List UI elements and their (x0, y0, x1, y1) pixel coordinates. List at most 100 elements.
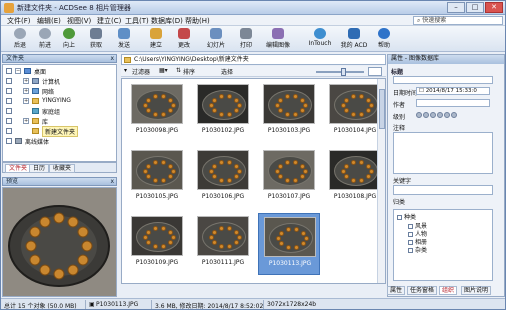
tree-checkbox[interactable] (6, 88, 12, 94)
close-button[interactable]: ✕ (485, 2, 503, 13)
tree-checkbox[interactable] (397, 215, 402, 220)
rating-dot-icon[interactable] (437, 112, 443, 118)
menu-tools[interactable]: 工具(T) (125, 16, 149, 26)
bead-shape (168, 163, 174, 169)
thumbnail-scrollbar[interactable] (377, 79, 385, 283)
select-button[interactable]: 选择 (221, 67, 233, 76)
bead-shape (276, 236, 281, 241)
tree-checkbox[interactable] (6, 138, 12, 144)
slider-handle[interactable] (341, 68, 346, 76)
zoom-icon[interactable] (368, 67, 382, 76)
tree-checkbox[interactable] (6, 68, 12, 74)
bead-shape (168, 174, 174, 180)
tab-image-caption[interactable]: 图片说明 (461, 286, 492, 295)
modify-icon (178, 28, 190, 39)
date-field[interactable]: ☐ 2014/8/17 15:33:0 (416, 87, 490, 95)
tab-favorites[interactable]: 收藏夹 (49, 164, 76, 173)
category-root-label: 种类 (404, 214, 417, 221)
acdsee-window: 新建文件夹 - ACDSee 8 相片管理器 – □ ✕ 文件(F) 编辑(E)… (0, 0, 506, 310)
menu-view[interactable]: 视图(V) (67, 16, 91, 26)
up-button[interactable]: 向上 (54, 28, 84, 50)
rating-dot-icon[interactable] (416, 112, 422, 118)
rating-dot-icon[interactable] (444, 112, 450, 118)
menu-file[interactable]: 文件(F) (7, 16, 31, 26)
thumbnail-item[interactable]: P1030111.JPG (192, 213, 254, 275)
back-arrow-icon (14, 28, 26, 39)
tree-checkbox[interactable] (6, 128, 12, 134)
expand-icon[interactable]: + (23, 78, 29, 84)
notes-field[interactable] (393, 132, 493, 174)
sort-button[interactable]: 排序 (183, 67, 195, 76)
tab-folders[interactable]: 文件夹 (5, 164, 32, 173)
acquire-button[interactable]: 获取 (81, 28, 111, 50)
tab-organize[interactable]: 组织 (439, 286, 458, 295)
quick-search-input[interactable]: ⌕ 快速搜索 (413, 16, 503, 25)
print-button[interactable]: 打印 (231, 28, 261, 50)
thumbnail-image (131, 216, 183, 256)
folders-pane-close-icon[interactable]: x (110, 55, 114, 62)
title-bar: 新建文件夹 - ACDSee 8 相片管理器 – □ ✕ (1, 1, 505, 15)
bead-shape (227, 94, 233, 100)
category-root[interactable]: 种类 (397, 212, 416, 221)
tab-calendar[interactable]: 日历 (29, 164, 50, 173)
path-bar[interactable]: C:\Users\YINGYING\Desktop\新建文件夹 (121, 54, 386, 65)
tree-checkbox[interactable] (6, 118, 12, 124)
collapse-icon[interactable]: − (15, 68, 21, 74)
thumbnail-item[interactable]: P1030109.JPG (126, 213, 188, 275)
menu-help[interactable]: 帮助(H) (185, 16, 210, 26)
filter-icon: ▾ (124, 67, 128, 74)
tab-task-pane[interactable]: 任务窗格 (407, 286, 438, 295)
view-mode-icon[interactable]: ▦▾ (159, 67, 168, 74)
thumbnail-item[interactable]: P1030107.JPG (258, 147, 320, 209)
help-button[interactable]: 帮助 (369, 28, 399, 50)
tree-checkbox[interactable] (408, 248, 413, 253)
menu-edit[interactable]: 编辑(E) (37, 16, 61, 26)
intouch-button[interactable]: InTouch (305, 28, 335, 50)
thumbnail-item[interactable]: P1030103.JPG (258, 81, 320, 143)
my-acd-button[interactable]: 我的 ACD (339, 28, 369, 50)
thumbnail-item[interactable]: P1030098.JPG (126, 81, 188, 143)
thumbnail-item[interactable]: P1030105.JPG (126, 147, 188, 209)
bead-shape (145, 174, 151, 180)
tree-checkbox[interactable] (6, 108, 12, 114)
thumbnail-size-slider[interactable] (316, 71, 364, 73)
rating-label: 级别 (393, 114, 406, 121)
caption-field[interactable] (393, 76, 493, 84)
menu-create[interactable]: 建立(C) (97, 16, 121, 26)
bead-shape (143, 235, 148, 240)
bead-shape (168, 108, 174, 114)
author-field[interactable] (416, 99, 490, 107)
tree-checkbox[interactable] (6, 98, 12, 104)
bead-shape (209, 169, 214, 174)
menu-database[interactable]: 数据库(D) (151, 16, 183, 26)
keywords-field[interactable] (393, 185, 493, 195)
thumbnail-item[interactable]: P1030106.JPG (192, 147, 254, 209)
slideshow-button[interactable]: 幻灯片 (201, 28, 231, 50)
preview-pane-close-icon[interactable]: x (110, 178, 114, 185)
thumbnail-item[interactable]: P1030113.JPG (258, 213, 320, 275)
bead-shape (366, 108, 372, 114)
minimize-button[interactable]: – (447, 2, 465, 13)
maximize-button[interactable]: □ (466, 2, 484, 13)
expand-icon[interactable]: + (23, 118, 29, 124)
filter-button[interactable]: 过滤器 (132, 67, 150, 76)
camera-icon (90, 28, 102, 39)
rating-selector[interactable] (416, 112, 457, 118)
tree-checkbox[interactable] (6, 78, 12, 84)
tab-properties[interactable]: 属性 (387, 286, 406, 295)
expand-icon[interactable]: + (23, 98, 29, 104)
author-label: 作者 (393, 102, 406, 109)
bead-shape (293, 111, 299, 117)
modify-button[interactable]: 更改 (169, 28, 199, 50)
create-button[interactable]: 建立 (141, 28, 171, 50)
scrollbar-thumb[interactable] (379, 89, 385, 129)
thumbnail-item[interactable]: P1030102.JPG (192, 81, 254, 143)
rating-dot-icon[interactable] (451, 112, 457, 118)
send-button[interactable]: 发送 (109, 28, 139, 50)
rating-dot-icon[interactable] (423, 112, 429, 118)
category-item[interactable]: 杂类 (408, 245, 427, 254)
edit-image-button[interactable]: 编辑图像 (263, 28, 293, 50)
rating-dot-icon[interactable] (430, 112, 436, 118)
categories-label: 归类 (393, 199, 406, 206)
expand-icon[interactable]: + (23, 88, 29, 94)
